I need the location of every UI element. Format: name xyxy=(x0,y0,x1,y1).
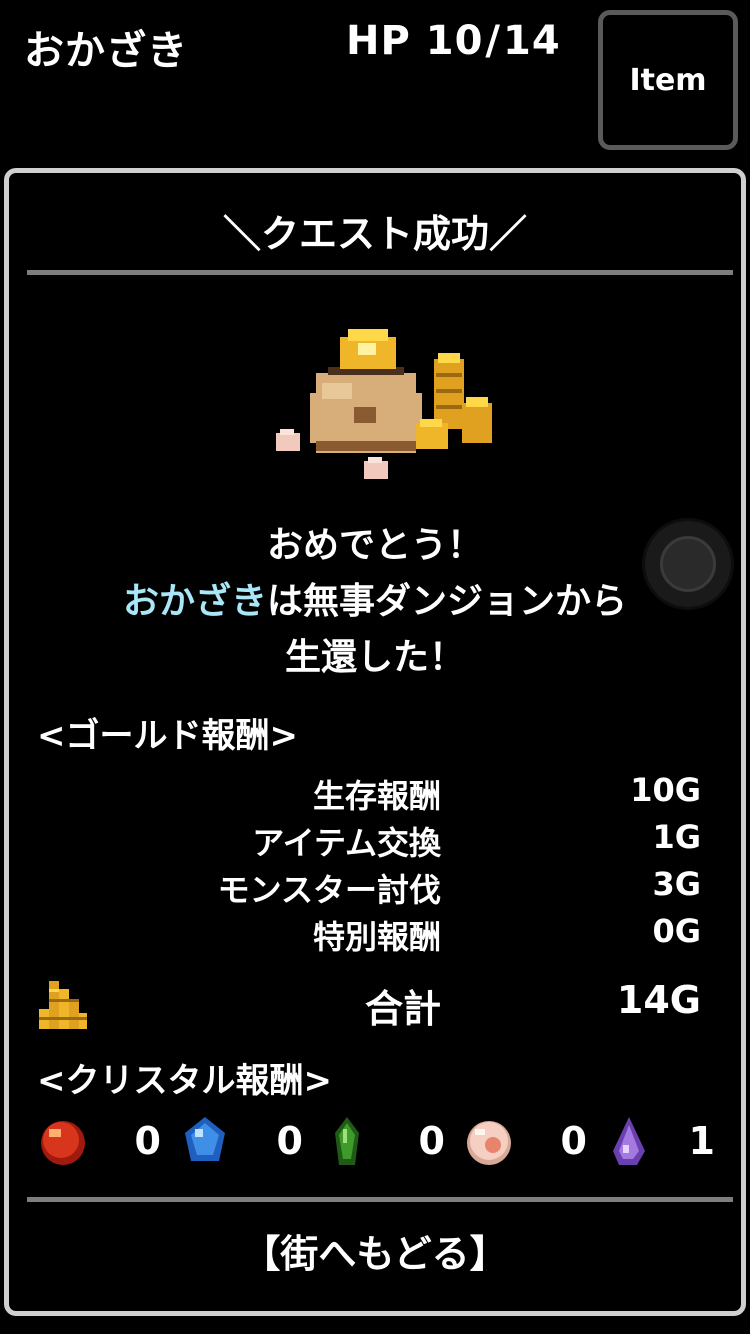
reward-row: モンスター討伐 3G xyxy=(9,865,741,911)
red-crystal-icon xyxy=(41,1121,85,1165)
crystal-count: 0 xyxy=(418,1119,445,1163)
reward-row: 特別報酬 0G xyxy=(9,912,741,958)
reward-label: 生存報酬 xyxy=(312,777,441,815)
message-player-name: おかざき xyxy=(122,581,267,622)
total-label: 合計 xyxy=(364,987,441,1031)
green-crystal-icon xyxy=(335,1117,359,1165)
item-button[interactable]: Item xyxy=(598,10,738,150)
message-line-1: おめでとう！ xyxy=(266,525,483,566)
quest-result-panel: ＼クエスト成功／ おめでとう！ おかざきは無事ダンジョンから 生還した！ <ゴー… xyxy=(4,168,746,1316)
hp-label: HP xyxy=(346,18,411,64)
crystal-count: 0 xyxy=(560,1119,587,1163)
purple-crystal-icon xyxy=(613,1117,645,1165)
reward-row: アイテム交換 1G xyxy=(9,818,741,864)
hp-display: HP 10/14 xyxy=(346,18,561,64)
joystick-knob[interactable] xyxy=(660,536,716,592)
message-line-3: 生還した！ xyxy=(284,637,465,678)
player-name: おかざき xyxy=(24,28,188,74)
crystal-count: 1 xyxy=(688,1119,715,1163)
pink-crystal-icon xyxy=(467,1121,511,1165)
reward-label: モンスター討伐 xyxy=(217,871,441,909)
reward-value: 1G xyxy=(652,818,701,856)
hp-separator: / xyxy=(485,18,502,64)
message-line-2: おかざきは無事ダンジョンから xyxy=(9,574,741,630)
divider-bottom xyxy=(27,1197,733,1202)
reward-row: 生存報酬 10G xyxy=(9,771,741,817)
reward-value: 10G xyxy=(630,771,701,809)
reward-label: 特別報酬 xyxy=(312,918,441,956)
success-message: おめでとう！ おかざきは無事ダンジョンから 生還した！ xyxy=(9,518,741,686)
blue-crystal-icon xyxy=(185,1117,225,1161)
hp-max: 14 xyxy=(503,18,561,64)
total-row: 合計 14G xyxy=(9,978,741,1031)
quest-success-title: ＼クエスト成功／ xyxy=(222,212,527,256)
gold-reward-title: <ゴールド報酬> xyxy=(37,716,298,756)
crystal-reward-title: <クリスタル報酬> xyxy=(37,1061,332,1101)
virtual-joystick[interactable] xyxy=(642,518,734,610)
reward-label: アイテム交換 xyxy=(252,824,441,862)
crystal-count: 0 xyxy=(276,1119,303,1163)
total-value: 14G xyxy=(616,978,701,1022)
return-to-town-button[interactable]: 【街へもどる】 xyxy=(9,1223,741,1278)
message-line-2-rest: は無事ダンジョンから xyxy=(267,581,628,622)
reward-value: 3G xyxy=(652,865,701,903)
hp-current: 10 xyxy=(425,18,484,64)
gold-bag-treasure-icon xyxy=(276,329,492,479)
divider-top xyxy=(27,270,733,275)
crystal-count: 0 xyxy=(134,1119,161,1163)
reward-value: 0G xyxy=(652,912,701,950)
